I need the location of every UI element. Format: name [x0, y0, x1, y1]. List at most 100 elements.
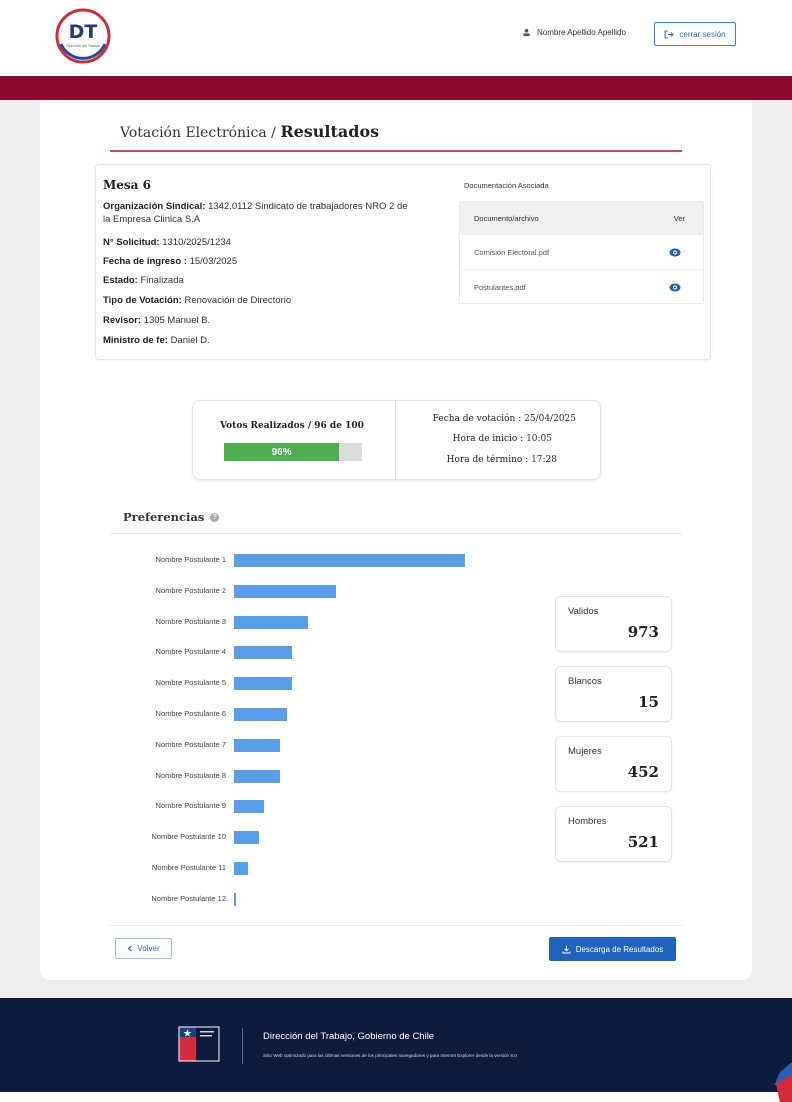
- chart-bar: [234, 831, 260, 845]
- fecha-label: Fecha de votación :: [432, 414, 522, 424]
- field-value: 1305 Manuel B.: [143, 315, 211, 326]
- col-file-header: Documento/archivo: [474, 213, 539, 223]
- field-solicitud: N° Solicitud: 1310/2025/1234: [103, 236, 413, 249]
- brand-bar: [0, 76, 792, 100]
- chart-bar: [234, 800, 265, 814]
- termino-value: 17:28: [531, 455, 557, 465]
- breadcrumb-current: Resultados: [280, 122, 380, 141]
- download-label: Descarga de Resultados: [575, 944, 664, 954]
- stat-card-mujeres: Mujeres 452: [555, 736, 672, 792]
- back-button[interactable]: Volver: [115, 938, 172, 959]
- field-ministro: Ministro de fe: Daniel D.: [103, 334, 413, 347]
- field-value: 15/03/2025: [189, 256, 238, 267]
- user-info: Nombre Apellido Apellido: [522, 28, 626, 37]
- chart-bar: [234, 892, 237, 906]
- download-icon: [562, 945, 571, 953]
- stat-label: Hombres: [568, 816, 607, 827]
- stat-value: 15: [638, 693, 659, 711]
- stat-card-blancos: Blancos 15: [555, 666, 672, 722]
- field-tipo-votacion: Tipo de Votación: Renovación de Director…: [103, 294, 413, 307]
- field-value: Renovación de Directorio: [184, 295, 292, 306]
- votes-divider: [395, 400, 396, 480]
- field-organizacion: Organización Sindical: 1342.0112 Sindica…: [103, 200, 413, 226]
- corner-decoration: [774, 1062, 792, 1102]
- preferences-title: Preferencias ?: [123, 510, 220, 524]
- chart-category-label: Nombre Postulante 10: [151, 832, 226, 842]
- progress-text: 96%: [271, 446, 292, 458]
- field-label: N° Solicitud:: [103, 237, 160, 248]
- hora-termino: Hora de término : 17:28: [400, 455, 557, 465]
- votes-label: Votos Realizados / 96 de 100: [220, 421, 364, 431]
- table-row: Postulantes.pdf: [460, 269, 703, 304]
- field-value: Finalizada: [140, 275, 184, 286]
- breadcrumb-parent[interactable]: Votación Electrónica /: [120, 125, 276, 141]
- field-label: Tipo de Votación:: [103, 295, 182, 306]
- stat-value: 521: [627, 833, 659, 851]
- documents-table: Documento/archivo Ver Comisión Electoral…: [459, 201, 704, 304]
- footer-subtitle: Sitio Web optimizado para las últimas ve…: [263, 1053, 517, 1058]
- chart-category-label: Nombre Postulante 9: [155, 801, 226, 811]
- documents-table-header: Documento/archivo Ver: [460, 202, 703, 234]
- stat-value: 973: [627, 623, 659, 641]
- field-fecha-ingreso: Fecha de ingreso : 15/03/2025: [103, 255, 413, 268]
- stat-label: Validos: [568, 606, 599, 617]
- chart-category-label: Nombre Postulante 2: [155, 585, 226, 595]
- stat-label: Blancos: [568, 676, 602, 687]
- document-name: Comisión Electoral.pdf: [474, 247, 550, 257]
- chart-category-label: Nombre Postulante 5: [155, 678, 226, 688]
- chevron-left-icon: [127, 945, 133, 952]
- field-label: Ministro de fe:: [103, 335, 168, 346]
- chart-category-label: Nombre Postulante 11: [151, 863, 226, 872]
- field-estado: Estado: Finalizada: [103, 274, 413, 287]
- gobierno-logo: [177, 1025, 221, 1065]
- top-header: DT Dirección del Trabajo Nombre Apellido…: [0, 0, 792, 76]
- fecha-value: 25/04/2025: [524, 414, 576, 424]
- stat-label: Mujeres: [568, 746, 602, 757]
- info-icon[interactable]: ?: [210, 512, 220, 522]
- chart-category-label: Nombre Postulante 1: [155, 555, 226, 564]
- field-label: Revisor:: [103, 315, 142, 326]
- chart-bar: [234, 738, 281, 752]
- progress-fill: 96%: [224, 443, 340, 461]
- eye-icon[interactable]: [669, 283, 681, 292]
- chart-category-label: Nombre Postulante 8: [155, 770, 226, 780]
- documents-heading: Documentación Asociada: [464, 181, 549, 190]
- eye-icon[interactable]: [669, 248, 681, 257]
- chart-category-label: Nombre Postulante 3: [155, 616, 226, 626]
- stat-card-hombres: Hombres 521: [555, 806, 672, 862]
- footer-separator: [242, 1028, 243, 1064]
- field-revisor: Revisor: 1305 Manuel B.: [103, 314, 413, 327]
- logout-button[interactable]: cerrar sesión: [654, 22, 736, 46]
- field-label: Fecha de ingreso :: [103, 256, 187, 267]
- chart-category-label: Nombre Postulante 6: [155, 709, 226, 718]
- chart-bar: [234, 615, 308, 629]
- dt-logo[interactable]: DT Dirección del Trabajo: [55, 8, 111, 64]
- stat-value: 452: [627, 763, 659, 781]
- footer: [0, 998, 792, 1092]
- chart-bar: [234, 769, 281, 783]
- chart-category-label: Nombre Postulante 12: [151, 893, 226, 903]
- field-label: Organización Sindical:: [103, 201, 206, 212]
- title-underline: [110, 150, 682, 152]
- field-label: Estado:: [103, 275, 138, 286]
- chart-category-label: Nombre Postulante 4: [155, 647, 226, 657]
- hora-inicio: Hora de inicio : 10:05: [400, 434, 552, 444]
- chart-bar: [234, 554, 465, 567]
- back-label: Volver: [137, 944, 160, 953]
- termino-label: Hora de término :: [446, 455, 529, 465]
- document-name: Postulantes.pdf: [474, 282, 526, 292]
- mesa-title: Mesa 6: [103, 178, 151, 192]
- chart-bar: [234, 862, 248, 875]
- logo-subtext: Dirección del Trabajo: [66, 44, 99, 48]
- logout-label: cerrar sesión: [679, 29, 726, 39]
- chart-category-label: Nombre Postulante 7: [155, 739, 226, 749]
- logout-icon: [664, 30, 675, 38]
- fecha-votacion: Fecha de votación : 25/04/2025: [400, 414, 576, 424]
- col-view-header: Ver: [673, 213, 685, 223]
- stat-card-validos: Validos 973: [555, 596, 672, 652]
- inicio-value: 10:05: [526, 434, 552, 444]
- logo-text: DT: [69, 21, 98, 43]
- field-value: 1310/2025/1234: [162, 237, 231, 248]
- inicio-label: Hora de inicio :: [452, 434, 524, 444]
- download-results-button[interactable]: Descarga de Resultados: [549, 937, 676, 961]
